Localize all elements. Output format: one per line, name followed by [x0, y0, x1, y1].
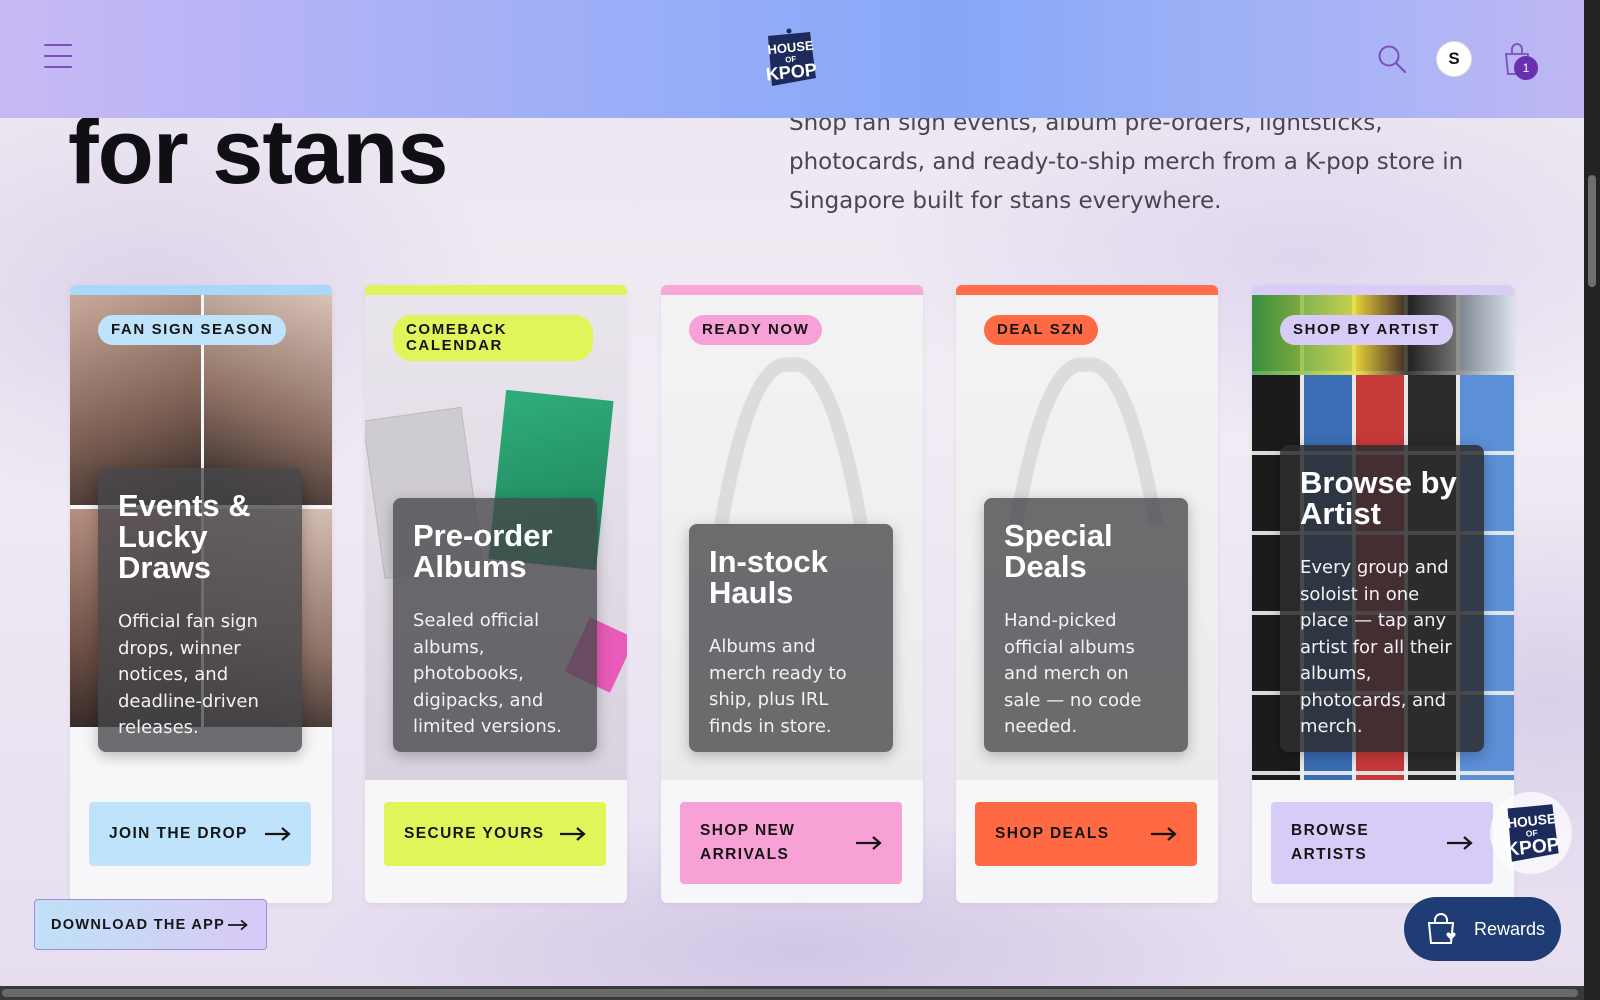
card-description: Official fan sign drops, winner notices,…: [118, 611, 259, 738]
card-title: In-stock Hauls: [709, 544, 828, 610]
card-events: FAN SIGN SEASON Events & Lucky Draws Off…: [70, 285, 332, 903]
card-overlay: Browse by Artist Every group and soloist…: [1280, 445, 1484, 752]
tag-badge: SHOP BY ARTIST: [1280, 315, 1454, 345]
tag-badge: READY NOW: [689, 315, 823, 345]
card-top-bar: [70, 285, 332, 295]
card-preorder: COMEBACK CALENDAR Pre-order Albums Seale…: [365, 285, 627, 903]
browse-artists-button[interactable]: BROWSE ARTISTS: [1271, 802, 1493, 884]
arrow-right-icon: [1447, 836, 1473, 850]
horizontal-scrollbar[interactable]: [0, 986, 1584, 1000]
arrow-right-icon: [1151, 827, 1177, 841]
rewards-bag-icon: [1427, 913, 1456, 944]
card-top-bar: [365, 285, 627, 295]
arrow-right-icon: [265, 827, 291, 841]
card-description: Hand-picked official albums and merch on…: [1004, 610, 1142, 737]
card-title: Browse by Artist: [1300, 465, 1457, 531]
card-title: Events & Lucky Draws: [118, 488, 251, 585]
account-avatar[interactable]: S: [1436, 41, 1472, 77]
secure-yours-button[interactable]: SECURE YOURS: [384, 802, 606, 866]
card-title: Pre-order Albums: [413, 518, 553, 584]
card-deals: DEAL SZN Special Deals Hand-picked offic…: [956, 285, 1218, 903]
cart-count-badge: 1: [1514, 56, 1538, 80]
tag-badge: COMEBACK CALENDAR: [393, 315, 593, 361]
tag-badge: DEAL SZN: [984, 315, 1098, 345]
scrollbar-thumb[interactable]: [1588, 175, 1596, 287]
card-instock: READY NOW In-stock Hauls Albums and merc…: [661, 285, 923, 903]
arrow-right-icon: [856, 836, 882, 850]
card-description: Albums and merch ready to ship, plus IRL…: [709, 636, 847, 737]
site-header: HOUSE OF KPOP S 1: [0, 0, 1584, 118]
card-overlay: Special Deals Hand-picked official album…: [984, 498, 1188, 752]
shop-deals-button[interactable]: SHOP DEALS: [975, 802, 1197, 866]
card-artists: SHOP BY ARTIST Browse by Artist Every gr…: [1252, 285, 1514, 903]
shop-new-arrivals-button[interactable]: SHOP NEW ARRIVALS: [680, 802, 902, 884]
scrollbar-thumb[interactable]: [2, 989, 1578, 997]
arrow-right-icon: [228, 919, 248, 930]
join-the-drop-button[interactable]: JOIN THE DROP: [89, 802, 311, 866]
search-icon[interactable]: [1377, 44, 1407, 74]
card-description: Every group and soloist in one place — t…: [1300, 557, 1452, 737]
card-overlay: Pre-order Albums Sealed official albums,…: [393, 498, 597, 752]
hero-description: Shop fan sign events, album pre-orders, …: [789, 110, 1464, 214]
site-logo[interactable]: HOUSE OF KPOP: [758, 28, 822, 90]
download-app-button[interactable]: DOWNLOAD THE APP: [34, 899, 267, 950]
menu-icon[interactable]: [44, 44, 72, 72]
tag-badge: FAN SIGN SEASON: [98, 315, 287, 345]
vertical-scrollbar[interactable]: [1584, 0, 1600, 1000]
card-overlay: Events & Lucky Draws Official fan sign d…: [98, 468, 302, 752]
arrow-right-icon: [560, 827, 586, 841]
svg-text:KPOP: KPOP: [1504, 834, 1560, 861]
svg-text:KPOP: KPOP: [765, 59, 818, 84]
card-overlay: In-stock Hauls Albums and merch ready to…: [689, 524, 893, 752]
card-title: Special Deals: [1004, 518, 1113, 584]
rewards-button[interactable]: Rewards: [1404, 897, 1561, 961]
floating-logo-button[interactable]: HOUSE OF KPOP: [1490, 792, 1572, 874]
card-top-bar: [956, 285, 1218, 295]
card-description: Sealed official albums, photobooks, digi…: [413, 610, 562, 737]
card-top-bar: [1252, 285, 1514, 295]
card-top-bar: [661, 285, 923, 295]
